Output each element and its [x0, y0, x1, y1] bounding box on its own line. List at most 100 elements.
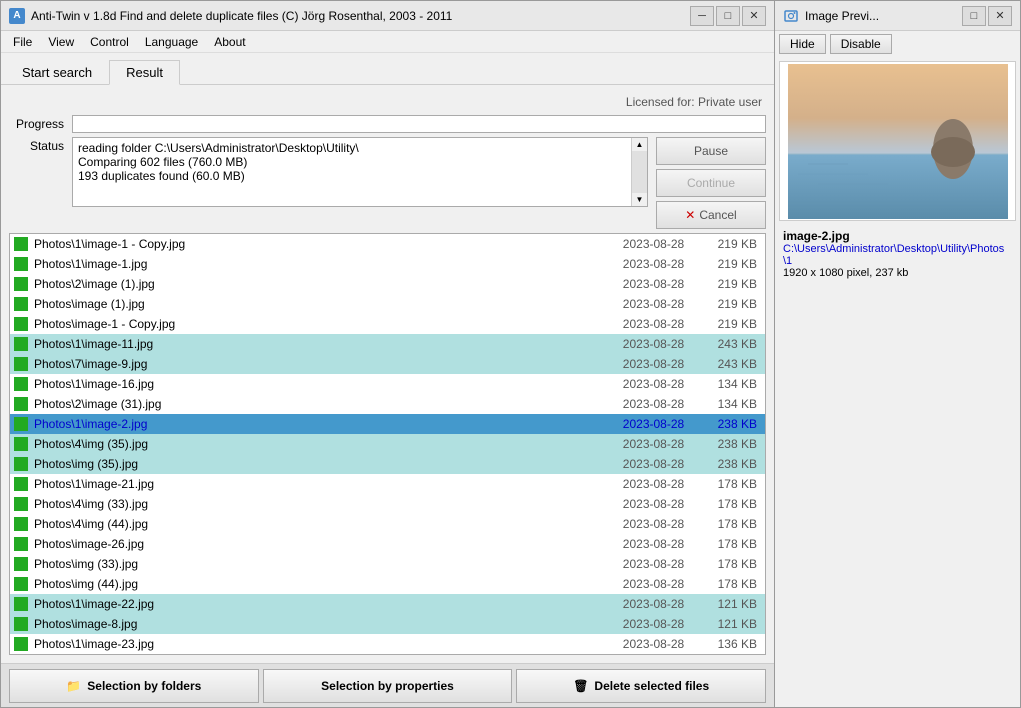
disable-button[interactable]: Disable — [830, 34, 892, 54]
continue-button[interactable]: Continue — [656, 169, 766, 197]
preview-filename: image-2.jpg — [783, 229, 1012, 243]
hide-button[interactable]: Hide — [779, 34, 826, 54]
tab-start-search[interactable]: Start search — [5, 60, 109, 84]
cancel-icon: ✕ — [685, 208, 695, 222]
maximize-button[interactable]: □ — [716, 6, 740, 26]
file-name: Photos\1\image-23.jpg — [34, 637, 611, 651]
list-item[interactable]: Photos\1\image-2.jpg2023-08-28238 KB — [10, 414, 765, 434]
file-name: Photos\4\img (33).jpg — [34, 497, 611, 511]
file-checkbox[interactable] — [14, 497, 28, 511]
scroll-up-arrow[interactable]: ▲ — [634, 138, 646, 151]
delete-selected-button[interactable]: 🗑 Delete selected files — [516, 669, 766, 703]
list-item[interactable]: Photos\img (35).jpg2023-08-28238 KB — [10, 454, 765, 474]
file-checkbox[interactable] — [14, 377, 28, 391]
file-size: 178 KB — [696, 577, 761, 591]
file-checkbox[interactable] — [14, 357, 28, 371]
progress-row: Progress — [9, 115, 766, 133]
file-checkbox[interactable] — [14, 317, 28, 331]
file-name: Photos\image (1).jpg — [34, 297, 611, 311]
file-size: 243 KB — [696, 357, 761, 371]
main-window: A Anti-Twin v 1.8d Find and delete dupli… — [0, 0, 775, 708]
list-item[interactable]: Photos\1\image-21.jpg2023-08-28178 KB — [10, 474, 765, 494]
file-checkbox[interactable] — [14, 277, 28, 291]
file-name: Photos\7\image-9.jpg — [34, 357, 611, 371]
file-checkbox[interactable] — [14, 617, 28, 631]
list-item[interactable]: Photos\image-8.jpg2023-08-28121 KB — [10, 614, 765, 634]
status-textbox[interactable] — [73, 138, 631, 206]
file-name: Photos\img (33).jpg — [34, 557, 611, 571]
cancel-button[interactable]: ✕ Cancel — [656, 201, 766, 229]
file-checkbox[interactable] — [14, 457, 28, 471]
list-item[interactable]: Photos\1\image-22.jpg2023-08-28121 KB — [10, 594, 765, 614]
list-item[interactable]: Photos\4\img (33).jpg2023-08-28178 KB — [10, 494, 765, 514]
app-title: Anti-Twin v 1.8d Find and delete duplica… — [31, 9, 452, 23]
license-text: Licensed for: Private user — [626, 95, 762, 109]
file-checkbox[interactable] — [14, 477, 28, 491]
file-checkbox[interactable] — [14, 417, 28, 431]
list-item[interactable]: Photos\1\image-23.jpg2023-08-28136 KB — [10, 634, 765, 654]
list-item[interactable]: Photos\4\img (35).jpg2023-08-28238 KB — [10, 434, 765, 454]
file-list[interactable]: Photos\1\image-1 - Copy.jpg2023-08-28219… — [10, 234, 765, 654]
file-name: Photos\image-8.jpg — [34, 617, 611, 631]
list-item[interactable]: Photos\2\image (1).jpg2023-08-28219 KB — [10, 274, 765, 294]
file-checkbox[interactable] — [14, 397, 28, 411]
file-checkbox[interactable] — [14, 637, 28, 651]
list-item[interactable]: Photos\1\image-16.jpg2023-08-28134 KB — [10, 374, 765, 394]
menu-language[interactable]: Language — [137, 33, 206, 51]
selection-by-properties-button[interactable]: Selection by properties — [263, 669, 513, 703]
title-bar: A Anti-Twin v 1.8d Find and delete dupli… — [1, 1, 774, 31]
delete-icon: 🗑 — [573, 679, 588, 693]
list-item[interactable]: Photos\image (1).jpg2023-08-28219 KB — [10, 294, 765, 314]
license-bar: Licensed for: Private user — [9, 93, 766, 111]
file-name: Photos\1\image-2.jpg — [34, 417, 611, 431]
preview-title-left: Image Previ... — [783, 8, 879, 24]
menu-file[interactable]: File — [5, 33, 40, 51]
list-item[interactable]: Photos\4\img (44).jpg2023-08-28178 KB — [10, 514, 765, 534]
file-date: 2023-08-28 — [611, 477, 696, 491]
file-size: 238 KB — [696, 437, 761, 451]
list-item[interactable]: Photos\image-1 - Copy.jpg2023-08-28219 K… — [10, 314, 765, 334]
pause-button[interactable]: Pause — [656, 137, 766, 165]
file-date: 2023-08-28 — [611, 317, 696, 331]
file-checkbox[interactable] — [14, 437, 28, 451]
file-checkbox[interactable] — [14, 297, 28, 311]
file-checkbox[interactable] — [14, 597, 28, 611]
minimize-button[interactable]: ─ — [690, 6, 714, 26]
file-date: 2023-08-28 — [611, 297, 696, 311]
file-size: 178 KB — [696, 477, 761, 491]
list-item[interactable]: Photos\1\image-1.jpg2023-08-28219 KB — [10, 254, 765, 274]
status-row: Status ▲ ▼ Pause Continue ✕ Cancel — [9, 137, 766, 229]
close-button[interactable]: ✕ — [742, 6, 766, 26]
file-date: 2023-08-28 — [611, 417, 696, 431]
file-size: 134 KB — [696, 377, 761, 391]
file-name: Photos\img (44).jpg — [34, 577, 611, 591]
scroll-down-arrow[interactable]: ▼ — [634, 193, 646, 206]
preview-close-button[interactable]: ✕ — [988, 6, 1012, 26]
file-date: 2023-08-28 — [611, 257, 696, 271]
list-item[interactable]: Photos\7\image-9.jpg2023-08-28243 KB — [10, 354, 765, 374]
file-date: 2023-08-28 — [611, 357, 696, 371]
menu-about[interactable]: About — [206, 33, 253, 51]
file-checkbox[interactable] — [14, 237, 28, 251]
file-size: 178 KB — [696, 497, 761, 511]
list-item[interactable]: Photos\1\image-11.jpg2023-08-28243 KB — [10, 334, 765, 354]
file-checkbox[interactable] — [14, 557, 28, 571]
list-item[interactable]: Photos\1\image-1 - Copy.jpg2023-08-28219… — [10, 234, 765, 254]
file-checkbox[interactable] — [14, 537, 28, 551]
file-checkbox[interactable] — [14, 517, 28, 531]
list-item[interactable]: Photos\image-26.jpg2023-08-28178 KB — [10, 534, 765, 554]
list-item[interactable]: Photos\2\image (31).jpg2023-08-28134 KB — [10, 394, 765, 414]
list-item[interactable]: Photos\img (33).jpg2023-08-28178 KB — [10, 554, 765, 574]
menu-view[interactable]: View — [40, 33, 82, 51]
file-checkbox[interactable] — [14, 577, 28, 591]
tab-result[interactable]: Result — [109, 60, 180, 85]
menu-control[interactable]: Control — [82, 33, 137, 51]
scroll-track — [632, 151, 647, 193]
selection-by-folders-button[interactable]: 📁 Selection by folders — [9, 669, 259, 703]
file-checkbox[interactable] — [14, 257, 28, 271]
list-item[interactable]: Photos\img (44).jpg2023-08-28178 KB — [10, 574, 765, 594]
status-scrollbar: ▲ ▼ — [631, 138, 647, 206]
cancel-label: Cancel — [699, 208, 736, 222]
file-checkbox[interactable] — [14, 337, 28, 351]
preview-maximize-button[interactable]: □ — [962, 6, 986, 26]
